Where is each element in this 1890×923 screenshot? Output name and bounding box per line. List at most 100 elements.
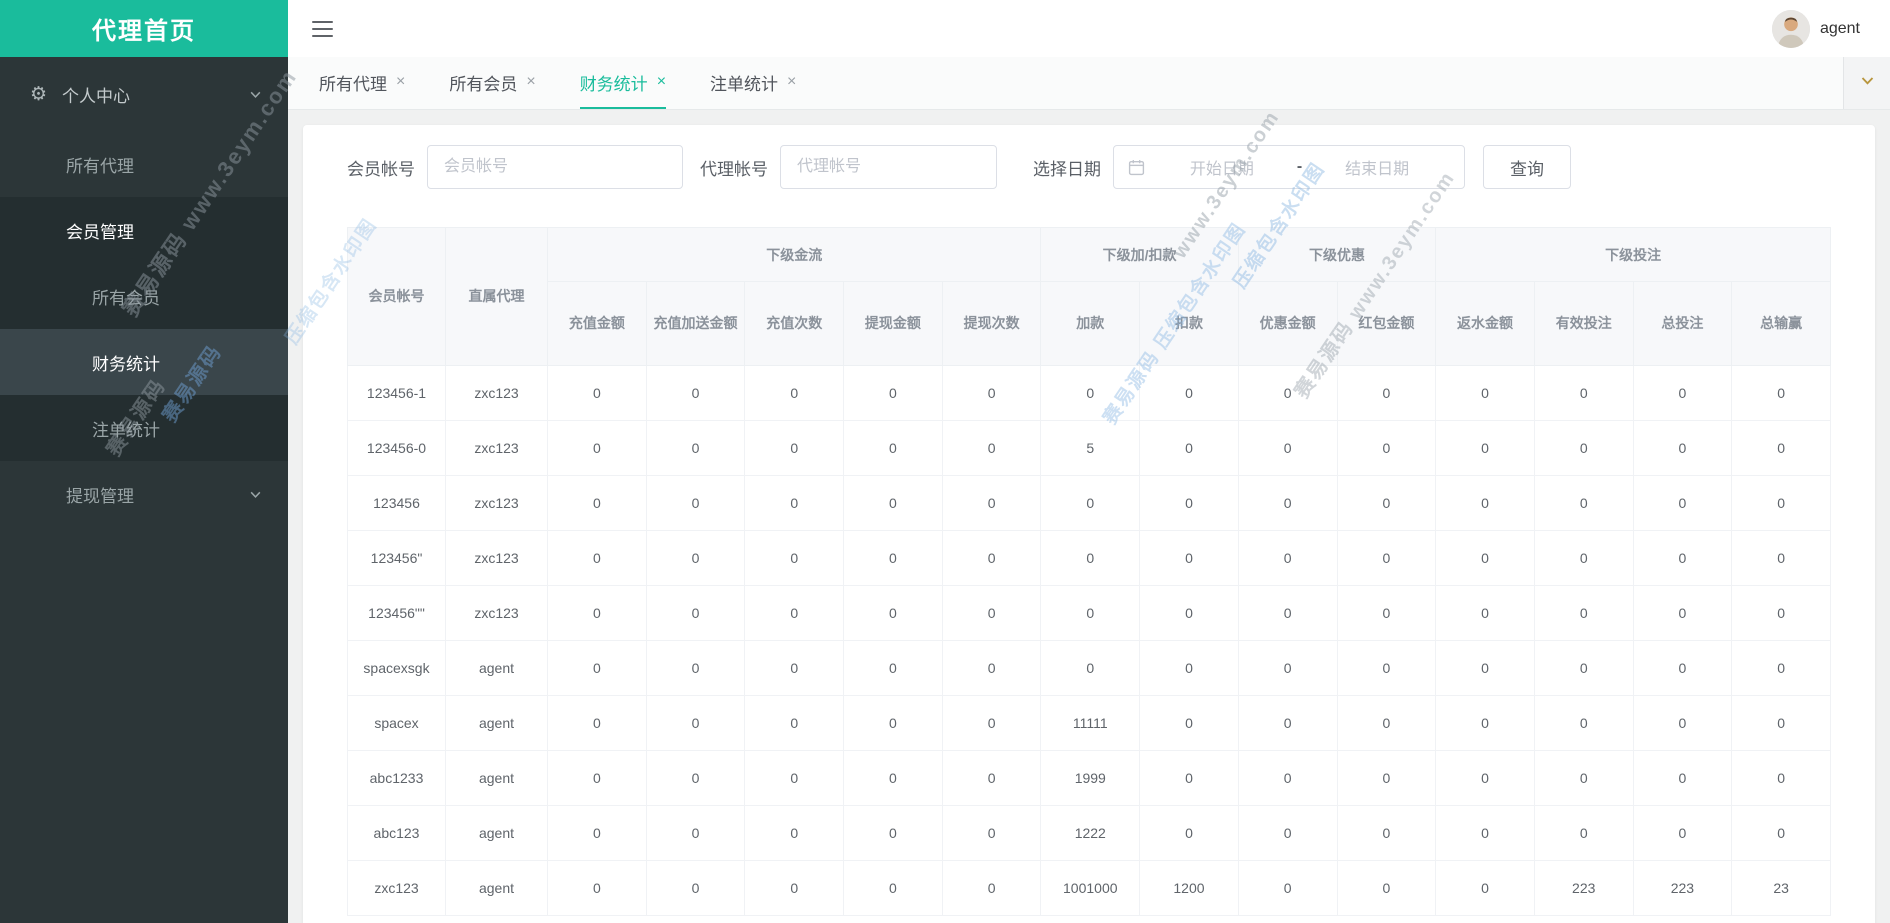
- cell-value: 0: [645, 750, 746, 806]
- cell-value: 1222: [1040, 805, 1141, 861]
- column-header: 加款: [1040, 281, 1141, 366]
- topbar: agent: [288, 0, 1890, 57]
- cell-value: 0: [744, 860, 845, 916]
- cell-value: 0: [1237, 420, 1338, 476]
- cell-value: 0: [744, 585, 845, 641]
- close-icon[interactable]: ×: [657, 74, 666, 90]
- close-icon[interactable]: ×: [526, 74, 535, 90]
- cell-value: 11111: [1040, 695, 1141, 751]
- column-header: 返水金额: [1435, 281, 1535, 366]
- cell-value: 0: [843, 585, 943, 641]
- sidebar: 代理首页 ⚙ 个人中心 所有代理 会员管理 所有会员 财务统计 注单统计 提现管…: [0, 0, 288, 923]
- search-button[interactable]: 查询: [1483, 145, 1571, 189]
- column-header: 充值金额: [547, 281, 647, 366]
- sidebar-item-finance-stats[interactable]: 财务统计: [0, 329, 288, 395]
- cell-value: 0: [547, 365, 647, 421]
- sidebar-item-all-agents[interactable]: 所有代理: [0, 131, 288, 197]
- cell-value: 0: [1533, 805, 1634, 861]
- app-root: 代理首页 ⚙ 个人中心 所有代理 会员管理 所有会员 财务统计 注单统计 提现管…: [0, 0, 1890, 923]
- member-filter-group: 会员帐号: [347, 145, 700, 189]
- cell-value: 0: [1533, 640, 1634, 696]
- cell-value: 0: [1533, 420, 1634, 476]
- table-row: 123456-1 zxc123 0 0 0 0 0 0 0 0 0 0 0 0 0: [347, 365, 1831, 421]
- tab-all-members[interactable]: 所有会员 ×: [449, 57, 535, 109]
- cell-value: 0: [1632, 475, 1733, 531]
- tab-bet-stats[interactable]: 注单统计 ×: [710, 57, 796, 109]
- cell-value: 0: [843, 750, 943, 806]
- cell-value: 0: [843, 420, 943, 476]
- tab-finance-stats[interactable]: 财务统计 ×: [579, 57, 667, 109]
- column-header: 提现金额: [843, 281, 943, 366]
- cell-member: spacex: [347, 695, 446, 751]
- content-area: 会员帐号 代理帐号 选择日期 开始日期: [288, 110, 1890, 923]
- date-start-placeholder[interactable]: 开始日期: [1149, 155, 1295, 179]
- cell-value: 0: [645, 585, 746, 641]
- user-menu[interactable]: agent: [1771, 9, 1860, 48]
- cell-agent: agent: [445, 695, 548, 751]
- cell-value: 0: [1533, 585, 1634, 641]
- cell-value: 0: [1139, 695, 1239, 751]
- cell-value: 0: [744, 475, 845, 531]
- hamburger-menu-icon[interactable]: [312, 20, 333, 37]
- column-header: 扣款: [1139, 281, 1239, 366]
- cell-value: 0: [744, 530, 845, 586]
- cell-value: 0: [1336, 530, 1437, 586]
- cell-value: 223: [1533, 860, 1634, 916]
- cell-value: 0: [1139, 640, 1239, 696]
- date-range-picker[interactable]: 开始日期 - 结束日期: [1113, 145, 1465, 189]
- cell-value: 0: [547, 750, 647, 806]
- date-filter-group: 选择日期 开始日期 - 结束日期: [1033, 145, 1465, 189]
- sidebar-item-withdraw-management[interactable]: 提现管理: [0, 461, 288, 527]
- column-header: 充值加送金额: [645, 281, 746, 366]
- cell-value: 0: [1040, 475, 1141, 531]
- column-header: 提现次数: [941, 281, 1042, 366]
- sidebar-item-label: 注单统计: [92, 420, 160, 440]
- cell-value: 1001000: [1040, 860, 1141, 916]
- cell-value: 0: [1435, 420, 1535, 476]
- sidebar-item-label: 提现管理: [66, 486, 134, 506]
- table-row: spacex agent 0 0 0 0 0 11111 0 0 0 0 0 0 0: [347, 695, 1831, 751]
- cell-value: 0: [941, 420, 1042, 476]
- table-row: zxc123 agent 0 0 0 0 0 1001000 1200 0 0 0 223 223 23: [347, 860, 1831, 916]
- column-group-header: 下级投注: [1435, 227, 1831, 282]
- sidebar-item-member-management[interactable]: 会员管理: [0, 197, 288, 263]
- column-header: 红包金额: [1336, 281, 1437, 366]
- member-account-input[interactable]: [427, 145, 683, 189]
- cell-value: 0: [1336, 585, 1437, 641]
- cell-value: 0: [1632, 420, 1733, 476]
- date-end-placeholder[interactable]: 结束日期: [1304, 155, 1450, 179]
- column-group-header: 下级金流: [546, 227, 1042, 282]
- close-icon[interactable]: ×: [396, 74, 405, 90]
- sidebar-menu: ⚙ 个人中心 所有代理 会员管理 所有会员 财务统计 注单统计 提现管理: [0, 57, 288, 527]
- cell-member: 123456": [347, 530, 446, 586]
- column-header: 总投注: [1632, 281, 1733, 366]
- table-row: 123456"" zxc123 0 0 0 0 0 0 0 0 0 0 0 0 0: [347, 585, 1831, 641]
- username: agent: [1819, 19, 1860, 37]
- cell-value: 0: [1533, 695, 1634, 751]
- finance-stats-panel: 会员帐号 代理帐号 选择日期 开始日期: [303, 125, 1875, 923]
- agent-account-input[interactable]: [780, 145, 997, 189]
- cell-value: 0: [843, 365, 943, 421]
- cell-value: 0: [1139, 805, 1239, 861]
- cell-value: 0: [1435, 805, 1535, 861]
- tab-label: 所有会员: [449, 74, 518, 94]
- cell-member: abc123: [347, 805, 446, 861]
- cell-value: 0: [1336, 365, 1437, 421]
- cell-value: 0: [941, 365, 1042, 421]
- close-icon[interactable]: ×: [787, 74, 796, 90]
- tab-all-agents[interactable]: 所有代理 ×: [319, 57, 405, 109]
- cell-member: 123456-1: [347, 365, 446, 421]
- sidebar-item-label: 财务统计: [92, 354, 160, 374]
- sidebar-item-bet-stats[interactable]: 注单统计: [0, 395, 288, 461]
- cell-value: 0: [1237, 695, 1338, 751]
- cell-value: 0: [1336, 750, 1437, 806]
- column-header: 优惠金额: [1237, 281, 1338, 366]
- tab-options-dropdown[interactable]: [1843, 57, 1890, 109]
- sidebar-item-personal-center[interactable]: ⚙ 个人中心: [0, 57, 288, 131]
- cell-value: 0: [1139, 475, 1239, 531]
- cell-agent: zxc123: [445, 530, 548, 586]
- cell-value: 0: [941, 860, 1042, 916]
- cell-value: 0: [547, 475, 647, 531]
- cell-value: 1999: [1040, 750, 1141, 806]
- sidebar-item-all-members[interactable]: 所有会员: [0, 263, 288, 329]
